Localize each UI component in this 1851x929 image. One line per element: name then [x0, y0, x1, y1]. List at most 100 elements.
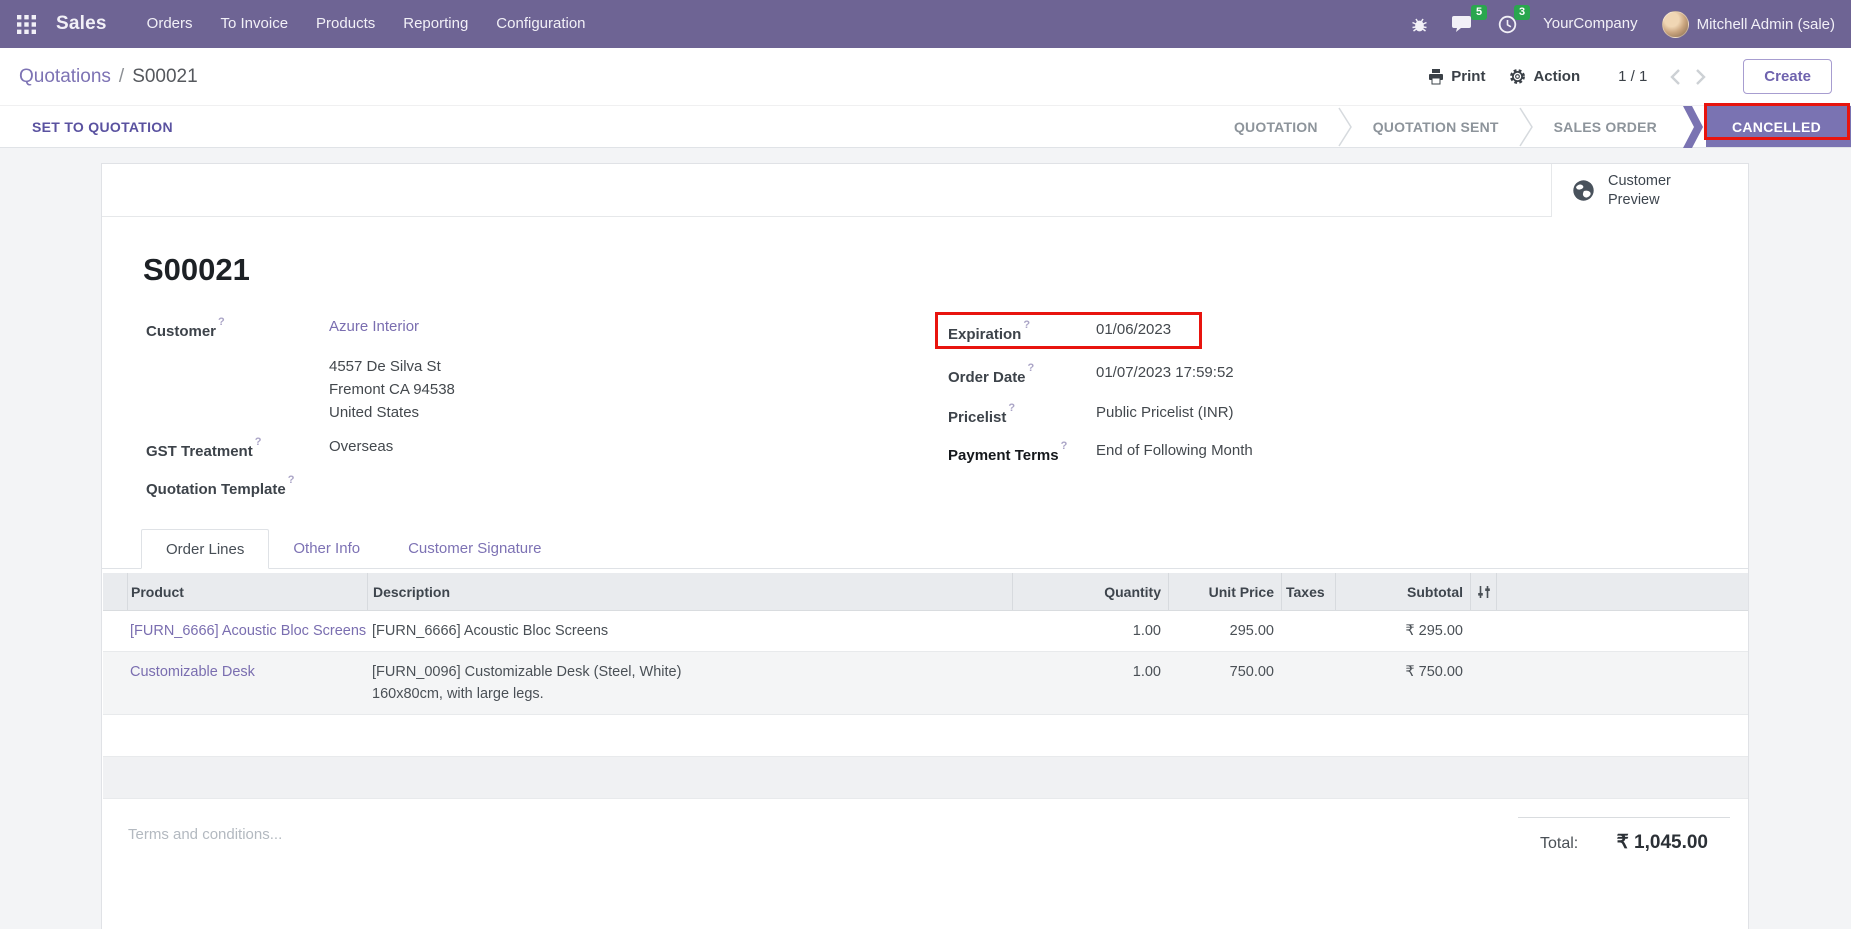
column-quantity[interactable]: Quantity: [1012, 573, 1168, 610]
print-label: Print: [1451, 68, 1485, 85]
row-description: [FURN_6666] Acoustic Bloc Screens: [367, 611, 1012, 651]
record-title: S00021: [143, 252, 250, 288]
column-subtotal[interactable]: Subtotal: [1335, 573, 1470, 610]
sliders-icon: [1477, 585, 1491, 599]
row-product-link[interactable]: [FURN_6666] Acoustic Bloc Screens: [127, 611, 367, 651]
pager-value: 1 / 1: [1618, 68, 1647, 85]
control-panel-actions: Print Action 1 / 1: [1416, 59, 1851, 94]
order-date-value[interactable]: 01/07/2023 17:59:52: [1096, 362, 1234, 389]
help-marker: ?: [1023, 319, 1030, 331]
tab-customer-signature[interactable]: Customer Signature: [384, 529, 565, 568]
pager: 1 / 1: [1618, 64, 1711, 90]
row-icon-spacer: [1470, 652, 1496, 714]
gst-treatment-label: GST Treatment?: [146, 436, 329, 463]
row-handle[interactable]: [103, 611, 127, 651]
row-taxes: [1281, 611, 1335, 651]
header-filler: [1496, 573, 1748, 610]
print-button[interactable]: Print: [1416, 68, 1497, 85]
expiration-value[interactable]: 01/06/2023: [1096, 319, 1171, 346]
row-subtotal: ₹ 750.00: [1335, 652, 1470, 714]
company-switcher[interactable]: YourCompany: [1529, 0, 1652, 48]
row-subtotal: ₹ 295.00: [1335, 611, 1470, 651]
optional-columns-button[interactable]: [1470, 573, 1496, 610]
pager-next-button[interactable]: [1690, 64, 1711, 90]
gear-icon: [1509, 68, 1526, 85]
row-icon-spacer: [1470, 611, 1496, 651]
create-button[interactable]: Create: [1743, 59, 1832, 94]
customer-preview-label: Customer Preview: [1608, 172, 1671, 210]
field-order-date: Order Date? 01/07/2023 17:59:52: [948, 362, 1234, 389]
set-to-quotation-button[interactable]: SET TO QUOTATION: [32, 119, 173, 135]
customer-address-street: 4557 De Silva St: [329, 356, 441, 378]
globe-icon: [1572, 179, 1595, 202]
column-description[interactable]: Description: [367, 573, 1012, 610]
field-expiration: Expiration? 01/06/2023: [948, 319, 1171, 346]
messages-button[interactable]: 5: [1440, 0, 1486, 48]
handle-column: [103, 573, 127, 610]
gst-treatment-value[interactable]: Overseas: [329, 436, 393, 463]
systray: 5 3 YourCompany Mitchell Admin (sale): [1399, 0, 1851, 48]
help-marker: ?: [255, 436, 262, 448]
column-product[interactable]: Product: [127, 573, 367, 610]
pricelist-value[interactable]: Public Pricelist (INR): [1096, 402, 1234, 429]
quotation-template-label: Quotation Template?: [146, 474, 329, 501]
activities-badge: 3: [1514, 5, 1530, 20]
total-label: Total:: [1540, 835, 1578, 853]
debug-bug-button[interactable]: [1399, 0, 1440, 48]
nav-item-to-invoice[interactable]: To Invoice: [207, 0, 303, 48]
row-quantity: 1.00: [1012, 652, 1168, 714]
step-quotation-sent[interactable]: QUOTATION SENT: [1353, 119, 1519, 135]
nav-item-products[interactable]: Products: [302, 0, 389, 48]
terms-and-conditions-input[interactable]: Terms and conditions...: [128, 826, 282, 843]
action-button[interactable]: Action: [1497, 68, 1592, 85]
row-taxes: [1281, 652, 1335, 714]
user-name: Mitchell Admin (sale): [1697, 16, 1835, 33]
app-name[interactable]: Sales: [56, 13, 107, 35]
pager-previous-button[interactable]: [1665, 64, 1686, 90]
avatar: [1662, 11, 1689, 38]
table-row[interactable]: Customizable Desk [FURN_0096] Customizab…: [103, 652, 1748, 715]
row-unit-price: 750.00: [1168, 652, 1281, 714]
empty-table-row: [103, 757, 1748, 799]
active-step-arrow-icon: [1683, 106, 1703, 147]
messages-badge: 5: [1471, 5, 1487, 20]
activities-button[interactable]: 3: [1486, 0, 1529, 48]
step-separator-icon: [1519, 107, 1534, 147]
pricelist-label: Pricelist?: [948, 402, 1096, 429]
odoo-sales-quotation-page: Sales Orders To Invoice Products Reporti…: [0, 0, 1851, 929]
active-step-label: CANCELLED: [1706, 106, 1851, 147]
column-unit-price[interactable]: Unit Price: [1168, 573, 1281, 610]
total-value: ₹ 1,045.00: [1617, 831, 1708, 854]
apps-menu-button[interactable]: [0, 0, 44, 48]
nav-item-configuration[interactable]: Configuration: [482, 0, 599, 48]
row-filler: [1496, 652, 1748, 714]
table-header-row: Product Description Quantity Unit Price …: [103, 573, 1748, 611]
row-unit-price: 295.00: [1168, 611, 1281, 651]
tab-order-lines[interactable]: Order Lines: [141, 529, 269, 569]
table-row[interactable]: [FURN_6666] Acoustic Bloc Screens [FURN_…: [103, 611, 1748, 652]
customer-value-link[interactable]: Azure Interior: [329, 316, 419, 343]
breadcrumb-quotations[interactable]: Quotations: [19, 66, 111, 88]
user-menu[interactable]: Mitchell Admin (sale): [1652, 0, 1851, 48]
step-cancelled[interactable]: CANCELLED: [1683, 106, 1851, 147]
customer-preview-button[interactable]: Customer Preview: [1551, 164, 1748, 217]
customer-address-country: United States: [329, 402, 419, 424]
apps-grid-icon: [17, 15, 36, 34]
row-handle[interactable]: [103, 652, 127, 714]
nav-item-orders[interactable]: Orders: [133, 0, 207, 48]
empty-table-row: [103, 715, 1748, 757]
tab-other-info[interactable]: Other Info: [269, 529, 384, 568]
customer-address-city: Fremont CA 94538: [329, 379, 455, 401]
step-quotation[interactable]: QUOTATION: [1214, 119, 1338, 135]
total-section: Total: ₹ 1,045.00: [1518, 817, 1730, 854]
field-quotation-template: Quotation Template?: [146, 474, 329, 501]
top-navbar: Sales Orders To Invoice Products Reporti…: [0, 0, 1851, 48]
help-marker: ?: [218, 316, 225, 328]
column-taxes[interactable]: Taxes: [1281, 573, 1335, 610]
row-quantity: 1.00: [1012, 611, 1168, 651]
payment-terms-value[interactable]: End of Following Month: [1096, 440, 1253, 467]
nav-item-reporting[interactable]: Reporting: [389, 0, 482, 48]
step-sales-order[interactable]: SALES ORDER: [1534, 119, 1677, 135]
row-product-link[interactable]: Customizable Desk: [127, 652, 367, 714]
action-label: Action: [1533, 68, 1580, 85]
